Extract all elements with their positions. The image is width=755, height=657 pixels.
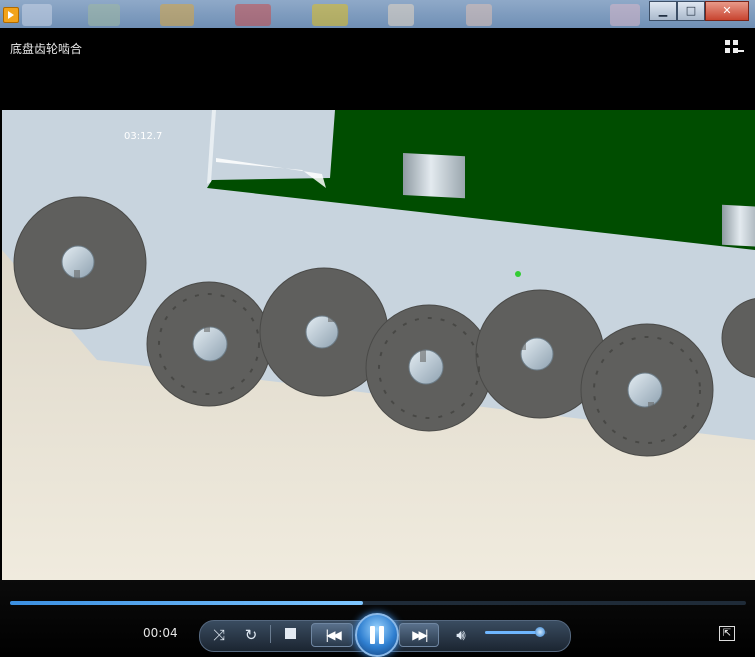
seek-bar[interactable] — [10, 601, 746, 605]
taskbar-thumbnail — [235, 4, 271, 26]
previous-icon[interactable]: |◀◀ — [311, 623, 353, 647]
volume-icon[interactable]: 🔊︎ — [450, 626, 472, 644]
close-button[interactable]: ✕ — [705, 1, 749, 21]
taskbar-thumbnail — [22, 4, 52, 26]
video-title: 底盘齿轮啮合 — [10, 42, 83, 56]
pause-icon — [370, 626, 375, 644]
video-scene: 03:12.7 — [2, 110, 755, 580]
repeat-icon[interactable]: ↻ — [240, 626, 262, 644]
window-buttons: ▁ □ ✕ — [649, 1, 749, 21]
overlay-label: 03:12.7 — [124, 131, 162, 142]
video-frame[interactable]: 03:12.7 — [2, 110, 755, 580]
player-controls: 00:04 ⤨ ↻ |◀◀ ▶▶| 🔊︎ ⇱ — [0, 580, 755, 657]
taskbar-thumbnail — [88, 4, 120, 26]
switch-to-library-icon[interactable]: ⇱ — [719, 626, 735, 641]
stop-icon[interactable] — [285, 628, 296, 639]
marker-point — [515, 271, 521, 277]
playlist-icon[interactable] — [725, 40, 744, 54]
volume-knob[interactable] — [534, 627, 545, 637]
divider — [270, 625, 271, 643]
elapsed-time: 00:04 — [143, 626, 178, 640]
taskbar-thumbnail — [160, 4, 194, 26]
maximize-button[interactable]: □ — [677, 1, 705, 21]
volume-slider[interactable] — [485, 627, 547, 637]
next-icon[interactable]: ▶▶| — [399, 623, 439, 647]
pause-button[interactable] — [355, 613, 399, 657]
media-player-app-icon[interactable] — [3, 7, 19, 23]
taskbar-thumbnail — [466, 4, 492, 26]
hull-cylinder — [403, 153, 465, 199]
taskbar-thumbnail — [388, 4, 414, 26]
minimize-button[interactable]: ▁ — [649, 1, 677, 21]
seek-progress — [10, 601, 364, 605]
now-playing-header: 底盘齿轮啮合 — [0, 28, 755, 110]
shuffle-icon[interactable]: ⤨ — [208, 626, 230, 644]
volume-level — [485, 631, 540, 634]
taskbar-thumbnail — [610, 4, 640, 26]
taskbar-thumbnail — [312, 4, 348, 26]
hull-cylinder — [722, 204, 755, 247]
window-titlebar[interactable]: ▁ □ ✕ — [0, 0, 755, 28]
